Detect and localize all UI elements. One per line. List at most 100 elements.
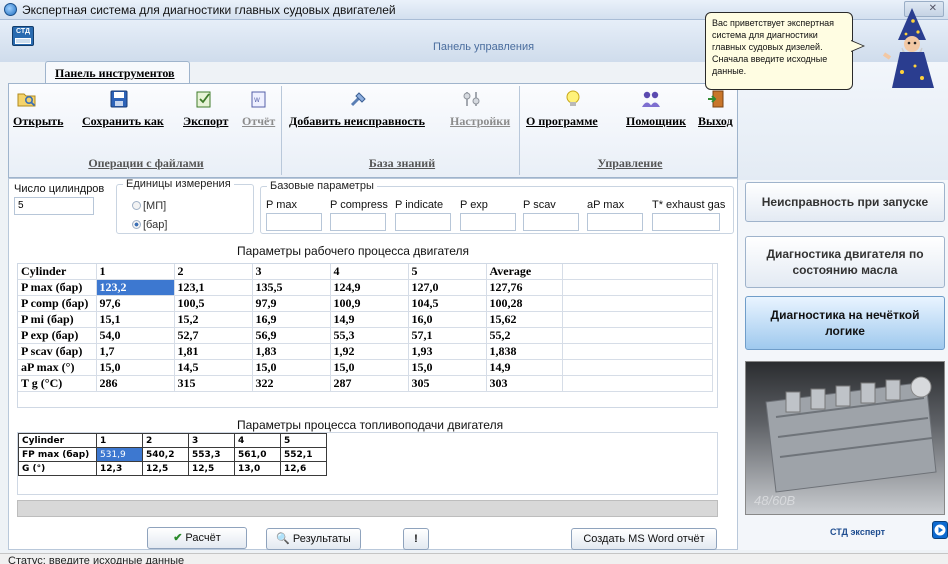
table-cell[interactable]: 1,93 <box>408 343 487 360</box>
table-cell[interactable]: P mi (бар) <box>18 311 97 328</box>
report-button[interactable]: Отчёт <box>242 114 275 129</box>
base-param-input[interactable] <box>330 213 386 231</box>
table-cell[interactable]: 286 <box>96 375 175 392</box>
table-cell[interactable]: 287 <box>330 375 409 392</box>
table-cell[interactable]: 12,3 <box>96 461 143 476</box>
table-cell[interactable]: 15,1 <box>96 311 175 328</box>
table-cell[interactable]: 553,3 <box>188 447 235 462</box>
units-radio-mp[interactable]: [МП] <box>132 200 166 212</box>
save-as-button[interactable]: Сохранить как <box>82 114 164 129</box>
table-cell[interactable]: 97,9 <box>252 295 331 312</box>
table-cell[interactable]: 15,0 <box>408 359 487 376</box>
table-cell[interactable]: Average <box>486 264 563 280</box>
table-cell[interactable]: 124,9 <box>330 279 409 296</box>
table-cell[interactable]: 57,1 <box>408 327 487 344</box>
add-fault-button[interactable]: Добавить неисправность <box>289 114 425 129</box>
table-cell[interactable]: 3 <box>188 433 235 448</box>
table-cell[interactable]: 123,1 <box>174 279 253 296</box>
table-cell[interactable]: 1,81 <box>174 343 253 360</box>
table-cell[interactable]: 52,7 <box>174 327 253 344</box>
table-cell[interactable]: 14,9 <box>330 311 409 328</box>
create-word-report-button[interactable]: Создать MS Word отчёт <box>571 528 717 550</box>
table-cell[interactable]: 127,76 <box>486 279 563 296</box>
helper-button[interactable]: Помощник <box>626 114 686 129</box>
table-cell[interactable]: 303 <box>486 375 563 392</box>
table-cell[interactable]: G (°) <box>18 461 97 476</box>
table-cell[interactable]: 322 <box>252 375 331 392</box>
base-param-input[interactable] <box>266 213 322 231</box>
table-cell[interactable]: 55,2 <box>486 327 563 344</box>
table-cell[interactable]: 4 <box>234 433 281 448</box>
table-cell[interactable]: 1,838 <box>486 343 563 360</box>
table-cell[interactable]: 100,28 <box>486 295 563 312</box>
about-button[interactable]: О программе <box>526 114 598 129</box>
table-cell[interactable]: 1,92 <box>330 343 409 360</box>
table-cell[interactable]: T g (°C) <box>18 375 97 392</box>
cylinders-input[interactable]: 5 <box>14 197 94 215</box>
oil-diagnostics-button[interactable]: Диагностика двигателя по состоянию масла <box>745 236 945 288</box>
base-param-input[interactable] <box>652 213 720 231</box>
table-cell[interactable]: 97,6 <box>96 295 175 312</box>
table-cell[interactable]: 12,6 <box>280 461 327 476</box>
start-fault-button[interactable]: Неисправность при запуске <box>745 182 945 222</box>
table-cell[interactable]: 15,62 <box>486 311 563 328</box>
base-param-input[interactable] <box>395 213 451 231</box>
table-cell[interactable]: 1,7 <box>96 343 175 360</box>
table-cell[interactable]: P scav (бар) <box>18 343 97 360</box>
table-cell[interactable]: 15,0 <box>96 359 175 376</box>
play-button[interactable] <box>932 521 948 539</box>
table-cell[interactable]: 305 <box>408 375 487 392</box>
results-button[interactable]: 🔍 Результаты <box>266 528 361 550</box>
table-cell[interactable]: 15,0 <box>252 359 331 376</box>
table-cell[interactable]: 3 <box>252 264 331 280</box>
table-cell[interactable]: 315 <box>174 375 253 392</box>
table-cell[interactable]: 12,5 <box>188 461 235 476</box>
units-radio-bar[interactable]: [бар] <box>132 219 167 231</box>
table-cell[interactable]: 1 <box>96 433 143 448</box>
table-cell[interactable]: 135,5 <box>252 279 331 296</box>
info-button[interactable]: ! <box>403 528 429 550</box>
table-cell[interactable]: 54,0 <box>96 327 175 344</box>
table-cell[interactable]: 16,9 <box>252 311 331 328</box>
base-param-input[interactable] <box>587 213 643 231</box>
table-cell[interactable]: 14,9 <box>486 359 563 376</box>
table-cell[interactable]: 13,0 <box>234 461 281 476</box>
open-button[interactable]: Открыть <box>13 114 63 129</box>
table-cell[interactable]: 15,0 <box>330 359 409 376</box>
base-param-input[interactable] <box>460 213 516 231</box>
table-cell[interactable]: 531,9 <box>96 447 143 462</box>
table-cell[interactable]: aP max (°) <box>18 359 97 376</box>
table-cell[interactable]: 540,2 <box>142 447 189 462</box>
table-cell[interactable]: 14,5 <box>174 359 253 376</box>
table-cell[interactable]: 2 <box>142 433 189 448</box>
table-cell[interactable]: 100,5 <box>174 295 253 312</box>
table-cell[interactable]: 2 <box>174 264 253 280</box>
exit-button[interactable]: Выход <box>698 114 733 129</box>
table-cell[interactable]: 4 <box>330 264 409 280</box>
table-cell[interactable]: 104,5 <box>408 295 487 312</box>
table-cell[interactable]: 12,5 <box>142 461 189 476</box>
table-cell[interactable]: 56,9 <box>252 327 331 344</box>
table-cell[interactable]: 123,2 <box>96 279 175 296</box>
wizard-assistant-icon[interactable] <box>882 6 942 90</box>
calculate-button[interactable]: ✔ Расчёт <box>147 527 247 549</box>
table-cell[interactable]: 1 <box>96 264 175 280</box>
table-cell[interactable]: 561,0 <box>234 447 281 462</box>
table-cell[interactable]: 1,83 <box>252 343 331 360</box>
table-cell[interactable]: 5 <box>408 264 487 280</box>
table-cell[interactable]: Cylinder <box>18 264 97 280</box>
table-cell[interactable]: 100,9 <box>330 295 409 312</box>
table-cell[interactable]: 15,2 <box>174 311 253 328</box>
tab-toolbar[interactable]: Панель инструментов <box>45 61 190 83</box>
base-param-input[interactable] <box>523 213 579 231</box>
table-cell[interactable]: P max (бар) <box>18 279 97 296</box>
app-logo-icon[interactable]: СТД <box>12 26 34 46</box>
table-cell[interactable]: 552,1 <box>280 447 327 462</box>
fuzzy-logic-diagnostics-button[interactable]: Диагностика на нечёткой логике <box>745 296 945 350</box>
table-cell[interactable]: 127,0 <box>408 279 487 296</box>
table-cell[interactable]: Cylinder <box>18 433 97 448</box>
table-cell[interactable]: 55,3 <box>330 327 409 344</box>
table-cell[interactable]: P comp (бар) <box>18 295 97 312</box>
table-cell[interactable]: 5 <box>280 433 327 448</box>
table-cell[interactable]: P exp (бар) <box>18 327 97 344</box>
